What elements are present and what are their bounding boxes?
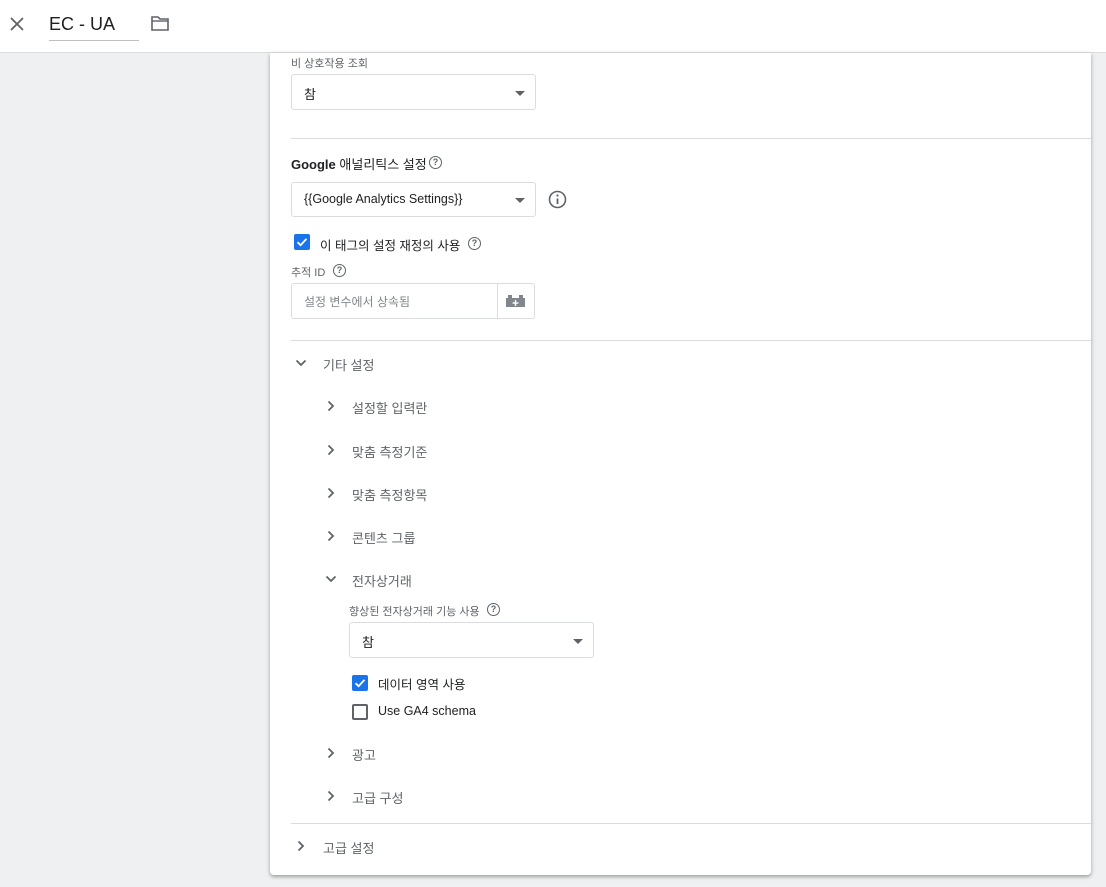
ecommerce-toggle[interactable]: 전자상거래 — [324, 567, 524, 591]
advanced-settings-toggle[interactable]: 고급 설정 — [294, 834, 494, 858]
dropdown-caret-icon — [515, 198, 525, 203]
ga-settings-label-text: 애널리틱스 설정 — [335, 157, 427, 172]
content-groups-label: 콘텐츠 그룹 — [352, 531, 416, 546]
help-icon[interactable]: ? — [429, 156, 442, 169]
chevron-right-icon — [327, 747, 335, 759]
check-icon — [354, 679, 366, 688]
chevron-down-icon — [295, 359, 307, 367]
divider — [291, 138, 1091, 139]
custom-dimensions-label: 맞춤 측정기준 — [352, 445, 428, 460]
chevron-right-icon — [327, 790, 335, 802]
advertising-toggle[interactable]: 광고 — [324, 741, 524, 765]
use-data-layer-checkbox[interactable] — [352, 675, 368, 691]
help-icon[interactable]: ? — [468, 237, 481, 250]
check-icon — [296, 238, 308, 247]
more-settings-toggle[interactable]: 기타 설정 — [294, 351, 444, 375]
tag-name-input[interactable]: EC - UA — [49, 11, 139, 41]
dropdown-caret-icon — [573, 639, 583, 644]
chevron-down-icon — [325, 575, 337, 583]
override-settings-label: 이 태그의 설정 재정의 사용 — [320, 239, 461, 253]
close-button[interactable] — [6, 13, 28, 35]
enhanced-ecommerce-label: 향상된 전자상거래 기능 사용 — [349, 606, 480, 618]
use-data-layer-label: 데이터 영역 사용 — [378, 678, 466, 692]
ecommerce-label: 전자상거래 — [352, 574, 412, 589]
close-icon — [10, 17, 24, 31]
custom-metrics-label: 맞춤 측정항목 — [352, 488, 428, 503]
enhanced-ecommerce-select[interactable]: 참 — [349, 622, 594, 658]
folder-button[interactable] — [150, 14, 172, 34]
tracking-id-label: 추적 ID — [291, 267, 326, 279]
fields-to-set-toggle[interactable]: 설정할 입력란 — [324, 394, 524, 418]
use-ga4-schema-label: Use GA4 schema — [378, 704, 476, 718]
ga-settings-label: Google 애널리틱스 설정 — [291, 154, 427, 173]
top-bar: EC - UA — [0, 0, 1106, 53]
help-icon[interactable]: ? — [487, 603, 500, 616]
dropdown-caret-icon — [515, 91, 525, 96]
info-icon[interactable] — [548, 190, 567, 209]
advanced-configuration-label: 고급 구성 — [352, 791, 404, 806]
non-interaction-value: 참 — [304, 87, 316, 102]
tracking-id-placeholder: 설정 변수에서 상속됨 — [304, 295, 411, 309]
chevron-right-icon — [327, 444, 335, 456]
chevron-right-icon — [327, 400, 335, 412]
ga-settings-select[interactable]: {{Google Analytics Settings}} — [291, 182, 536, 217]
content-groups-toggle[interactable]: 콘텐츠 그룹 — [324, 524, 524, 548]
non-interaction-label: 비 상호작용 조회 — [291, 58, 368, 70]
variable-brick-icon — [506, 295, 525, 307]
divider — [291, 823, 1091, 824]
divider — [291, 340, 1091, 341]
help-icon[interactable]: ? — [333, 264, 346, 277]
custom-metrics-toggle[interactable]: 맞춤 측정항목 — [324, 481, 524, 505]
chevron-right-icon — [327, 530, 335, 542]
enhanced-ecommerce-value: 참 — [362, 635, 374, 650]
tracking-id-input[interactable]: 설정 변수에서 상속됨 — [291, 283, 498, 319]
folder-icon — [151, 16, 169, 31]
chevron-right-icon — [327, 487, 335, 499]
chevron-right-icon — [297, 840, 305, 852]
variable-picker-button[interactable] — [497, 283, 535, 319]
fields-to-set-label: 설정할 입력란 — [352, 401, 428, 416]
non-interaction-select[interactable]: 참 — [291, 74, 536, 110]
override-settings-checkbox[interactable] — [294, 234, 310, 250]
custom-dimensions-toggle[interactable]: 맞춤 측정기준 — [324, 438, 524, 462]
ga-settings-label-brand: Google — [291, 157, 336, 172]
advertising-label: 광고 — [352, 748, 376, 763]
advanced-settings-label: 고급 설정 — [323, 841, 375, 856]
ga-settings-value: {{Google Analytics Settings}} — [304, 192, 463, 206]
more-settings-label: 기타 설정 — [323, 358, 375, 373]
use-ga4-schema-checkbox[interactable] — [352, 704, 368, 720]
advanced-configuration-toggle[interactable]: 고급 구성 — [324, 784, 524, 808]
tag-configuration-panel: 비 상호작용 조회 참 Google 애널리틱스 설정 ? {{Google A… — [270, 53, 1091, 875]
